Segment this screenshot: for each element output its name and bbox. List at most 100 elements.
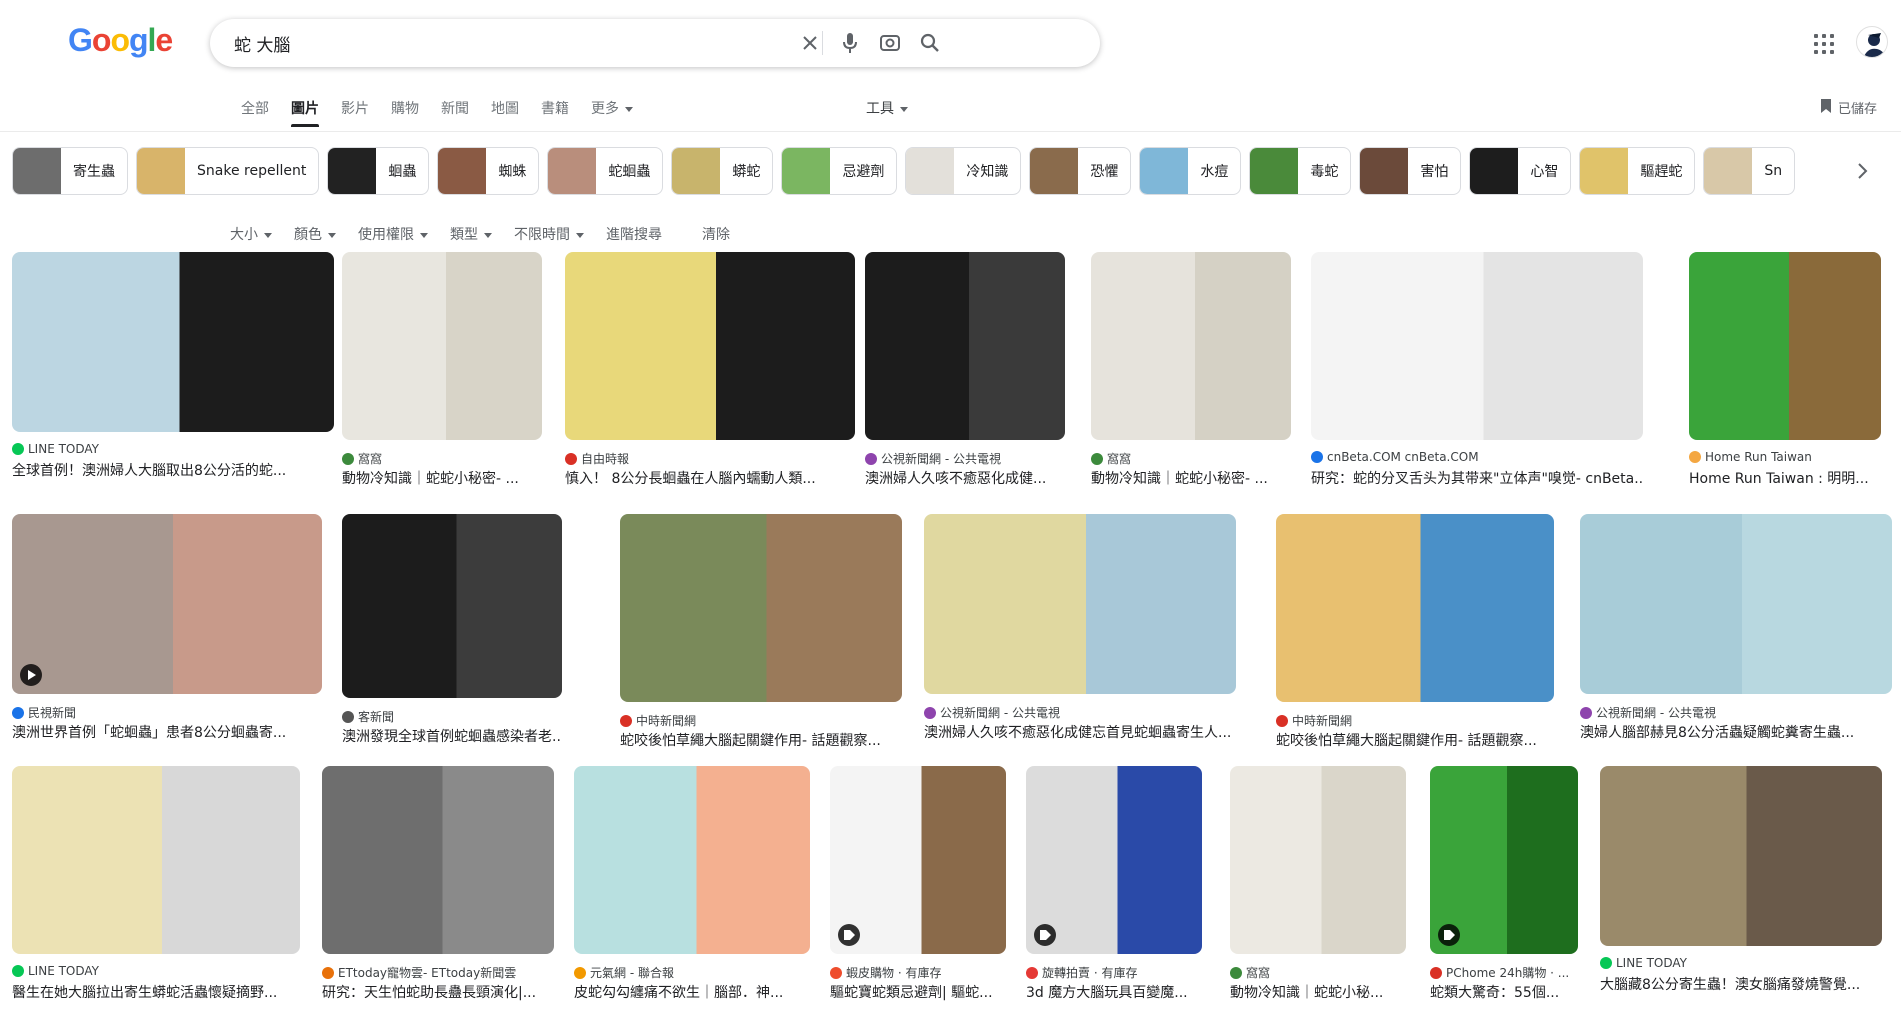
search-input[interactable]: [234, 30, 884, 56]
related-chip[interactable]: 蜘蛛: [437, 147, 540, 195]
result-source[interactable]: 蝦皮購物 · 有庫存: [830, 964, 1006, 981]
image-result[interactable]: 窩窩 動物冷知識｜蛇蛇小秘密- ...: [1091, 252, 1291, 496]
result-source[interactable]: 公視新聞網 - 公共電視: [865, 450, 1065, 467]
result-title[interactable]: 澳洲發現全球首例蛇蛔蟲感染者老...: [342, 726, 562, 746]
result-title[interactable]: 驅蛇寶蛇類忌避劑| 驅蛇...: [830, 982, 1006, 1002]
result-title[interactable]: 蛇咬後怕草繩大腦起關鍵作用- 話題觀察...: [620, 730, 902, 750]
related-chip[interactable]: Snake repellent: [136, 147, 320, 195]
result-thumbnail[interactable]: [565, 252, 855, 440]
result-thumbnail[interactable]: [865, 252, 1065, 440]
result-source[interactable]: 旋轉拍賣 · 有庫存: [1026, 964, 1202, 981]
lens-icon[interactable]: [878, 31, 902, 55]
result-thumbnail[interactable]: [342, 252, 542, 440]
image-result[interactable]: Home Run Taiwan Home Run Taiwan : 明明...: [1689, 252, 1881, 496]
tab-3[interactable]: 購物: [380, 98, 430, 128]
image-result[interactable]: 窩窩 動物冷知識｜蛇蛇小秘...: [1230, 766, 1406, 1010]
image-result[interactable]: 窩窩 動物冷知識｜蛇蛇小秘密- ...: [342, 252, 542, 496]
image-result[interactable]: 中時新聞網 蛇咬後怕草繩大腦起關鍵作用- 話題觀察...: [620, 514, 902, 758]
result-title[interactable]: 研究：天生怕蛇助長蠱長頸演化|...: [322, 982, 554, 1002]
result-source[interactable]: LINE TODAY: [12, 442, 334, 456]
result-thumbnail[interactable]: [12, 766, 300, 954]
result-source[interactable]: 客新聞: [342, 708, 562, 725]
image-result[interactable]: LINE TODAY 全球首例！澳洲婦人大腦取出8公分活的蛇...: [12, 252, 334, 488]
related-chip[interactable]: 恐懼: [1029, 147, 1132, 195]
image-result[interactable]: 民視新聞 澳洲世界首例「蛇蛔蟲」患者8公分蛔蟲寄...: [12, 514, 322, 750]
related-chip[interactable]: 毒蛇: [1249, 147, 1352, 195]
result-thumbnail[interactable]: [1026, 766, 1202, 954]
result-thumbnail[interactable]: [620, 514, 902, 702]
result-title[interactable]: 動物冷知識｜蛇蛇小秘密- ...: [1091, 468, 1291, 488]
image-result[interactable]: LINE TODAY 醫生在她大腦拉出寄生蟒蛇活蟲懷疑摘野...: [12, 766, 300, 1010]
tab-0[interactable]: 全部: [230, 98, 280, 128]
image-result[interactable]: LINE TODAY 大腦藏8公分寄生蟲！澳女腦痛發燒警覺...: [1600, 766, 1882, 1002]
result-thumbnail[interactable]: [1689, 252, 1881, 440]
result-thumbnail[interactable]: [1430, 766, 1578, 954]
tab-5[interactable]: 地圖: [480, 98, 530, 128]
filter-1[interactable]: 顏色: [294, 224, 336, 244]
related-chip[interactable]: 忌避劑: [781, 147, 898, 195]
result-source[interactable]: 民視新聞: [12, 704, 322, 721]
related-chip[interactable]: 寄生蟲: [12, 147, 128, 195]
related-chip[interactable]: Sn: [1703, 147, 1796, 195]
result-title[interactable]: 蛇咬後怕草繩大腦起關鍵作用- 話題觀察...: [1276, 730, 1554, 750]
image-result[interactable]: 旋轉拍賣 · 有庫存 3d 魔方大腦玩具百變魔...: [1026, 766, 1202, 1010]
result-thumbnail[interactable]: [1600, 766, 1882, 946]
result-title[interactable]: 研究：蛇的分叉舌头为其带来"立体声"嗅觉- cnBeta...: [1311, 468, 1643, 488]
result-source[interactable]: cnBeta.COM cnBeta.COM: [1311, 450, 1643, 464]
result-source[interactable]: Home Run Taiwan: [1689, 450, 1881, 464]
image-result[interactable]: PChome 24h購物 · ... 蛇類大驚奇：55個...: [1430, 766, 1578, 1010]
result-source[interactable]: 元氣網 - 聯合報: [574, 964, 810, 981]
result-source[interactable]: 自由時報: [565, 450, 855, 467]
result-thumbnail[interactable]: [12, 252, 334, 432]
tab-2[interactable]: 影片: [330, 98, 380, 128]
result-source[interactable]: ETtoday寵物雲- ETtoday新聞雲: [322, 964, 554, 981]
image-result[interactable]: 公視新聞網 - 公共電視 澳洲婦人久咳不癒惡化成健忘首見蛇蛔蟲寄生人...: [924, 514, 1236, 750]
result-title[interactable]: 動物冷知識｜蛇蛇小秘密- ...: [342, 468, 542, 488]
result-thumbnail[interactable]: [830, 766, 1006, 954]
result-source[interactable]: PChome 24h購物 · ...: [1430, 964, 1578, 981]
tools-button[interactable]: 工具: [866, 98, 908, 118]
google-logo[interactable]: Google: [68, 22, 173, 59]
image-result[interactable]: 公視新聞網 - 公共電視 澳洲婦人久咳不癒惡化成健...: [865, 252, 1065, 496]
tab-6[interactable]: 書籍: [530, 98, 580, 128]
search-icon[interactable]: [918, 31, 942, 55]
result-thumbnail[interactable]: [322, 766, 554, 954]
related-chip[interactable]: 蛇蛔蟲: [547, 147, 664, 195]
result-title[interactable]: 3d 魔方大腦玩具百變魔...: [1026, 982, 1202, 1002]
result-title[interactable]: 皮蛇勾勾纏痛不欲生｜腦部．神...: [574, 982, 810, 1002]
image-result[interactable]: cnBeta.COM cnBeta.COM 研究：蛇的分叉舌头为其带来"立体声"嗅…: [1311, 252, 1643, 496]
result-title[interactable]: 動物冷知識｜蛇蛇小秘...: [1230, 982, 1406, 1002]
apps-icon[interactable]: [1812, 32, 1836, 56]
result-title[interactable]: 全球首例！澳洲婦人大腦取出8公分活的蛇...: [12, 460, 334, 480]
filter-6[interactable]: 清除: [702, 224, 730, 244]
result-source[interactable]: 中時新聞網: [620, 712, 902, 729]
image-result[interactable]: ETtoday寵物雲- ETtoday新聞雲 研究：天生怕蛇助長蠱長頸演化|...: [322, 766, 554, 1010]
avatar[interactable]: [1856, 26, 1888, 58]
related-chip[interactable]: 冷知識: [905, 147, 1022, 195]
result-source[interactable]: 窩窩: [342, 450, 542, 467]
result-title[interactable]: 澳婦人腦部赫見8公分活蟲疑觸蛇糞寄生蟲...: [1580, 722, 1892, 742]
result-title[interactable]: 蛇類大驚奇：55個...: [1430, 982, 1578, 1002]
result-thumbnail[interactable]: [12, 514, 322, 694]
related-chip[interactable]: 水痘: [1139, 147, 1242, 195]
filter-2[interactable]: 使用權限: [358, 224, 428, 244]
filter-5[interactable]: 進階搜尋: [606, 224, 662, 244]
result-title[interactable]: Home Run Taiwan : 明明...: [1689, 468, 1881, 488]
result-thumbnail[interactable]: [1311, 252, 1643, 440]
result-title[interactable]: 澳洲婦人久咳不癒惡化成健忘首見蛇蛔蟲寄生人...: [924, 722, 1236, 742]
result-thumbnail[interactable]: [1091, 252, 1291, 440]
result-source[interactable]: LINE TODAY: [1600, 956, 1882, 970]
image-result[interactable]: 中時新聞網 蛇咬後怕草繩大腦起關鍵作用- 話題觀察...: [1276, 514, 1554, 758]
result-title[interactable]: 澳洲世界首例「蛇蛔蟲」患者8公分蛔蟲寄...: [12, 722, 322, 742]
filter-0[interactable]: 大小: [230, 224, 272, 244]
result-title[interactable]: 慎入！ 8公分長蛔蟲在人腦內蠕動人類...: [565, 468, 855, 488]
related-chip[interactable]: 蟒蛇: [671, 147, 774, 195]
result-source[interactable]: LINE TODAY: [12, 964, 300, 978]
tab-4[interactable]: 新聞: [430, 98, 480, 128]
result-thumbnail[interactable]: [1230, 766, 1406, 954]
image-result[interactable]: 自由時報 慎入！ 8公分長蛔蟲在人腦內蠕動人類...: [565, 252, 855, 496]
result-title[interactable]: 大腦藏8公分寄生蟲！澳女腦痛發燒警覺...: [1600, 974, 1882, 994]
result-source[interactable]: 窩窩: [1091, 450, 1291, 467]
result-source[interactable]: 窩窩: [1230, 964, 1406, 981]
clear-icon[interactable]: [798, 31, 822, 55]
